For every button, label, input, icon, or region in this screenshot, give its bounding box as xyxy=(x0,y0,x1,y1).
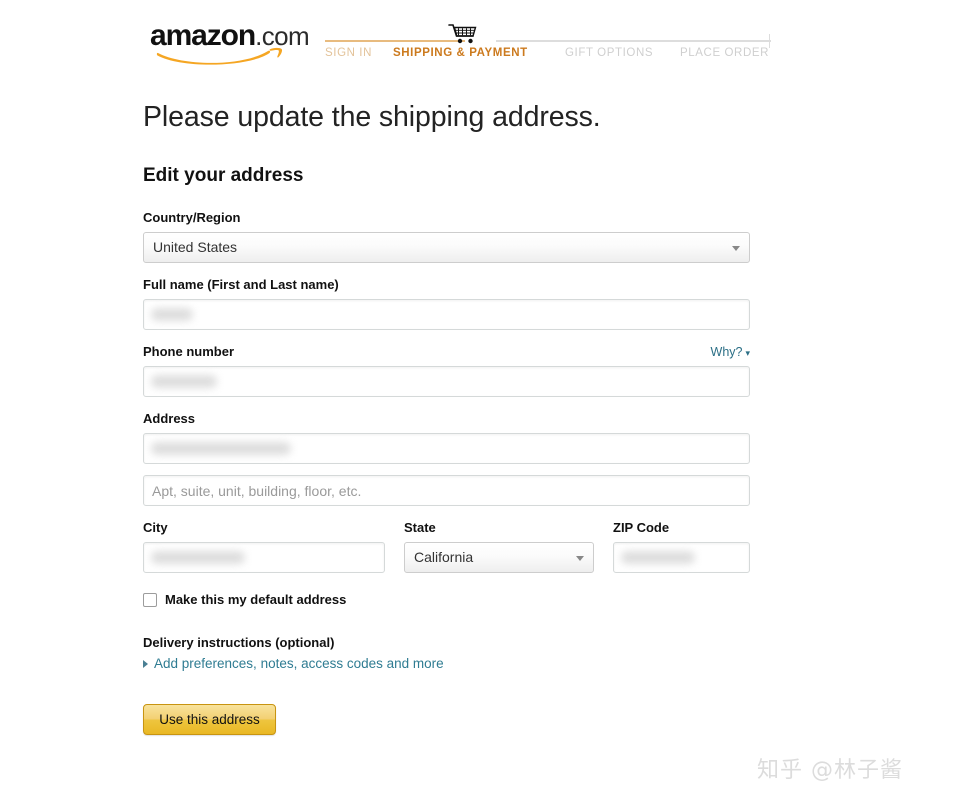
chevron-down-icon: ▾ xyxy=(745,348,750,358)
state-selected-value: California xyxy=(414,549,474,565)
field-group-zip: ZIP Code xyxy=(613,520,750,573)
chevron-down-icon xyxy=(732,246,740,251)
shopping-cart-icon xyxy=(448,24,477,44)
section-title: Edit your address xyxy=(143,165,304,186)
redaction-blur-address xyxy=(151,442,291,455)
redaction-blur-zip xyxy=(621,551,695,564)
use-this-address-button[interactable]: Use this address xyxy=(143,704,276,735)
page-title: Please update the shipping address. xyxy=(143,101,601,133)
country-select[interactable]: United States xyxy=(143,232,750,263)
delivery-instructions-expander[interactable]: Add preferences, notes, access codes and… xyxy=(143,656,843,671)
address-line2-input[interactable] xyxy=(143,475,750,506)
progress-line-remaining xyxy=(496,40,771,42)
phone-label-row: Phone number Why? ▾ xyxy=(143,344,750,360)
full-name-label: Full name (First and Last name) xyxy=(143,277,339,292)
full-name-input-wrapper xyxy=(143,299,750,330)
city-label: City xyxy=(143,520,168,535)
delivery-instructions-expander-label[interactable]: Add preferences, notes, access codes and… xyxy=(154,656,444,671)
progress-line-completed xyxy=(325,40,465,42)
city-state-zip-row: City State California ZIP Code xyxy=(143,520,750,582)
state-label: State xyxy=(404,520,436,535)
country-selected-value: United States xyxy=(153,239,238,255)
edit-address-form: Country/Region United States Full name (… xyxy=(143,210,843,735)
phone-why-link[interactable]: Why? ▾ xyxy=(711,345,750,359)
field-group-state: State California xyxy=(404,520,594,573)
checkout-progress-bar: SIGN IN SHIPPING & PAYMENT GIFT OPTIONS … xyxy=(325,22,775,72)
phone-label: Phone number xyxy=(143,344,235,359)
phone-why-label: Why? xyxy=(710,345,743,359)
address-label: Address xyxy=(143,411,196,426)
address-line-spacer xyxy=(143,464,843,475)
address-line1-wrapper xyxy=(143,433,750,464)
main-content: Please update the shipping address. Edit… xyxy=(143,100,843,735)
progress-step-gift-options: GIFT OPTIONS xyxy=(565,47,654,59)
default-address-label[interactable]: Make this my default address xyxy=(165,592,346,607)
default-address-checkbox[interactable] xyxy=(143,592,157,607)
field-group-phone: Phone number Why? ▾ xyxy=(143,344,843,397)
redaction-blur-phone xyxy=(151,375,217,388)
city-input-wrapper xyxy=(143,542,385,573)
triangle-right-icon[interactable] xyxy=(143,659,148,668)
country-label: Country/Region xyxy=(143,210,241,225)
field-group-full-name: Full name (First and Last name) xyxy=(143,277,843,330)
amazon-smile-swoosh-icon xyxy=(156,47,283,65)
default-address-row[interactable]: Make this my default address xyxy=(143,592,843,607)
phone-input-wrapper xyxy=(143,366,750,397)
state-select[interactable]: California xyxy=(404,542,594,573)
zip-input-wrapper xyxy=(613,542,750,573)
progress-end-tick xyxy=(769,34,770,48)
amazon-logo[interactable]: amazon.com xyxy=(150,20,310,65)
field-group-city: City xyxy=(143,520,385,573)
full-name-input[interactable] xyxy=(143,299,750,330)
field-group-address: Address xyxy=(143,411,843,506)
phone-input[interactable] xyxy=(143,366,750,397)
checkout-header: amazon.com SIGN IN SHIPPING & PAYMENT GI… xyxy=(0,0,969,86)
redaction-blur-full-name xyxy=(151,308,193,321)
redaction-blur-city xyxy=(151,551,245,564)
progress-step-sign-in[interactable]: SIGN IN xyxy=(325,47,372,59)
delivery-instructions-label: Delivery instructions (optional) xyxy=(143,635,335,650)
chevron-down-icon xyxy=(576,556,584,561)
zip-label: ZIP Code xyxy=(613,520,670,535)
progress-step-shipping-payment[interactable]: SHIPPING & PAYMENT xyxy=(393,47,528,59)
progress-step-labels: SIGN IN SHIPPING & PAYMENT GIFT OPTIONS … xyxy=(325,47,775,69)
progress-step-place-order: PLACE ORDER xyxy=(680,47,770,59)
watermark: 知乎 @林子酱 xyxy=(757,758,903,783)
field-group-country: Country/Region United States xyxy=(143,210,843,263)
